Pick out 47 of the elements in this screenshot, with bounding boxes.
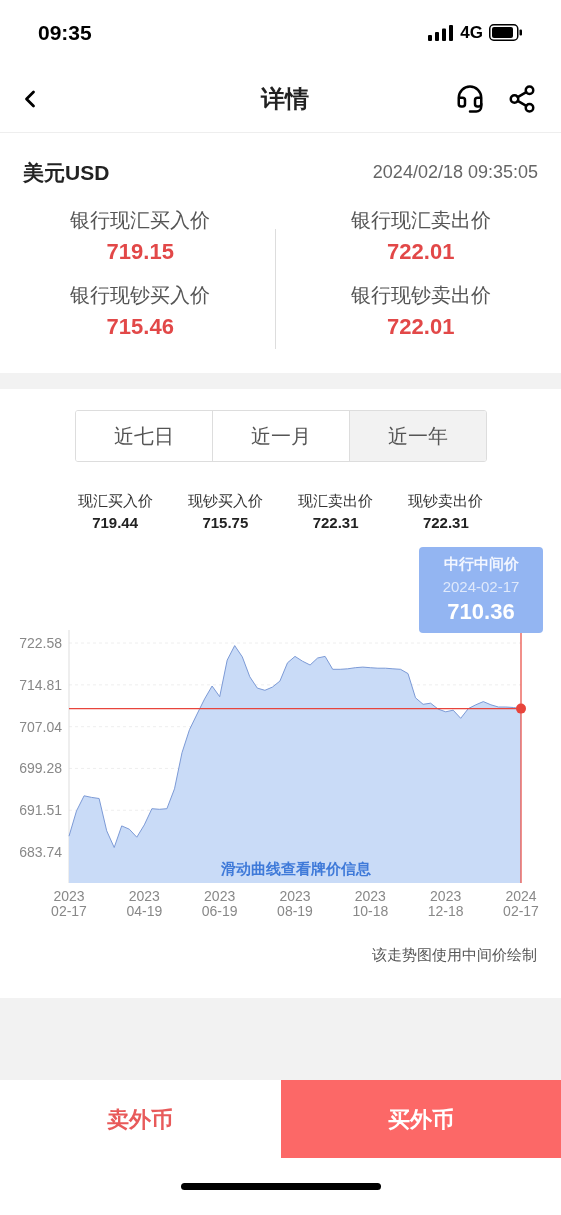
x-tick-label: 2023 08-19 [277,887,313,919]
price-label: 银行现汇卖出价 [350,207,491,233]
battery-icon [489,24,523,41]
summary-value: 719.44 [92,513,139,533]
support-button[interactable] [455,83,485,114]
x-tick-label: 2024 02-17 [503,887,539,919]
x-tick-label: 2023 06-19 [201,887,238,919]
price-value: 715.46 [106,312,174,341]
y-tick-label: 714.81 [19,676,62,693]
chart-note: 该走势图使用中间价绘制 [372,944,537,965]
y-tick-label: 707.04 [19,718,62,735]
crosshair-dot[interactable] [516,703,526,714]
price-label: 银行现钞买入价 [70,282,211,308]
y-tick-label: 699.28 [19,759,62,776]
summary-value: 722.31 [422,513,469,533]
price-value: 719.15 [106,237,174,266]
headset-icon [455,83,485,114]
range-tab[interactable]: 近一年 [348,410,486,461]
status-time: 09:35 [38,19,92,46]
summary-value: 722.31 [312,513,359,533]
summary-value: 715.75 [202,513,249,533]
hint-text: 滑动曲线查看牌价信息 [221,858,371,879]
y-tick-label: 722.58 [19,634,62,651]
network-label: 4G [460,21,483,44]
share-button[interactable] [507,83,537,114]
price-label: 银行现汇买入价 [70,207,211,233]
x-tick-label: 2023 04-19 [126,887,163,919]
share-icon [507,83,537,114]
x-tick-label: 2023 10-18 [352,887,389,919]
price-label: 银行现钞卖出价 [350,282,491,308]
tooltip-date: 2024-02-17 [442,576,520,597]
currency-name: 美元USD [23,160,110,186]
summary-label: 现钞卖出价 [408,490,484,511]
price-value: 722.01 [387,312,455,341]
summary-label: 现汇卖出价 [298,490,374,511]
y-tick-label: 683.74 [19,843,62,860]
page-title: 详情 [260,83,309,114]
update-time: 2024/02/18 09:35:05 [372,161,538,185]
tooltip-title: 中行中间价 [443,554,519,575]
y-tick-label: 691.51 [19,801,62,818]
signal-icon [428,24,455,41]
x-tick-label: 2023 02-17 [51,887,87,919]
summary-label: 现汇买入价 [77,490,153,511]
price-value: 722.01 [387,237,455,266]
summary-label: 现钞买入价 [187,490,263,511]
tooltip-value: 710.36 [447,598,515,626]
x-tick-label: 2023 12-18 [427,887,464,919]
